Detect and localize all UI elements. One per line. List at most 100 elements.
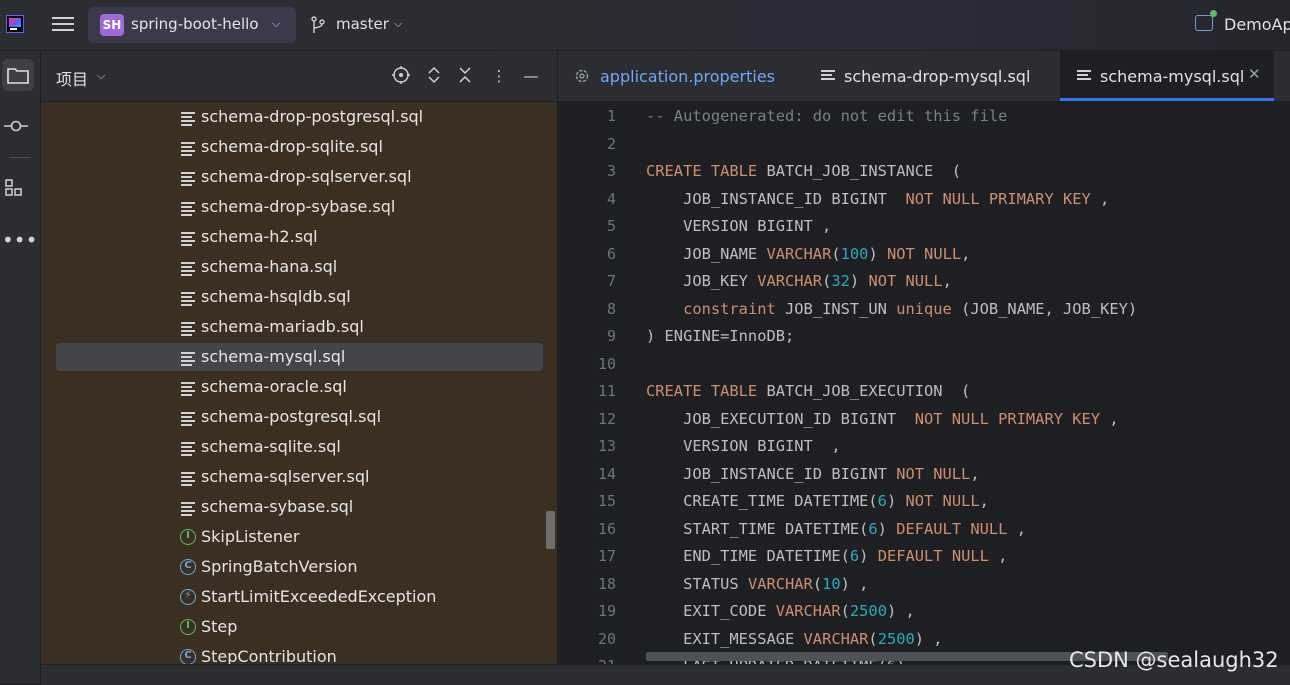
- tree-item[interactable]: I SkipListener: [56, 523, 543, 551]
- keyword-token: VARCHAR: [803, 629, 869, 648]
- chevron-down-icon: ⌵: [394, 17, 403, 30]
- close-icon[interactable]: ✕: [1248, 65, 1261, 83]
- sql-file-icon: [820, 69, 836, 83]
- code-token: ): [859, 547, 878, 565]
- code-token: ) ,: [914, 629, 943, 648]
- tree-item[interactable]: schema-sybase.sql: [56, 493, 543, 521]
- options-menu-icon[interactable]: ⋮: [488, 65, 510, 87]
- number-token: 100: [840, 244, 869, 263]
- tree-item-label: schema-sqlite.sql: [201, 437, 341, 456]
- tab-label: schema-mysql.sql: [1100, 67, 1245, 86]
- line-number: 17: [597, 547, 616, 565]
- code-token: JOB_KEY: [646, 272, 758, 290]
- tree-item[interactable]: schema-drop-sqlserver.sql: [56, 163, 543, 191]
- tree-item[interactable]: schema-h2.sql: [56, 223, 543, 251]
- chevron-down-icon[interactable]: ⌵: [97, 69, 105, 83]
- code-token: BATCH_JOB_INSTANCE (: [757, 162, 962, 180]
- tree-item[interactable]: schema-sqlite.sql: [56, 433, 543, 461]
- code-token: ,: [1100, 409, 1119, 428]
- tree-item[interactable]: C SpringBatchVersion: [56, 553, 543, 581]
- code-line: START_TIME DATETIME(6) DEFAULT NULL ,: [646, 520, 1026, 538]
- class-icon: C: [180, 559, 196, 575]
- tab-label: schema-drop-mysql.sql: [844, 67, 1031, 86]
- tree-item[interactable]: ⚡ StartLimitExceededException: [56, 583, 543, 611]
- tree-item[interactable]: schema-mariadb.sql: [56, 313, 543, 341]
- hide-panel-icon[interactable]: —: [520, 65, 542, 87]
- code-line: EXIT_MESSAGE VARCHAR(2500) ,: [646, 630, 943, 648]
- more-tools-icon[interactable]: •••: [2, 230, 37, 263]
- tree-item-label: schema-h2.sql: [201, 227, 318, 246]
- tab-schema-drop-mysql[interactable]: schema-drop-mysql.sql: [804, 51, 1058, 101]
- keyword-token: NOT NULL: [896, 464, 971, 483]
- watermark: CSDN @sealaugh32: [1069, 648, 1279, 672]
- tree-item[interactable]: schema-hana.sql: [56, 253, 543, 281]
- sql-file-icon: [180, 291, 196, 307]
- application-icon: [1195, 10, 1217, 31]
- tree-item-label: schema-mariadb.sql: [201, 317, 364, 336]
- tree-item-label: schema-sybase.sql: [201, 497, 354, 516]
- tree-item[interactable]: schema-sqlserver.sql: [56, 463, 543, 491]
- tab-application-properties[interactable]: application.properties: [558, 51, 802, 101]
- tree-item-label: schema-drop-sqlserver.sql: [201, 167, 412, 186]
- sql-file-icon: [180, 111, 196, 127]
- interface-icon: I: [180, 619, 196, 635]
- code-token: JOB_INST_UN: [775, 299, 897, 318]
- tree-item[interactable]: I Step: [56, 613, 543, 641]
- collapse-all-icon[interactable]: [454, 65, 476, 87]
- tree-item-label: schema-drop-sqlite.sql: [201, 137, 383, 156]
- tool-window-strip: •••: [0, 51, 41, 684]
- locate-file-icon[interactable]: [390, 65, 412, 87]
- code-token: END_TIME DATETIME(: [646, 547, 850, 565]
- keyword-token: unique: [896, 299, 952, 318]
- code-token: ): [868, 244, 887, 263]
- keyword-token: DEFAULT NULL: [877, 547, 989, 565]
- project-folder-icon[interactable]: [2, 59, 34, 91]
- sql-file-icon: [180, 381, 196, 397]
- code-token: ,: [1090, 189, 1110, 208]
- editor-tab-bar: application.properties schema-drop-mysql…: [558, 51, 1290, 102]
- structure-icon[interactable]: [2, 174, 34, 206]
- code-token: (: [822, 272, 832, 290]
- project-view-title[interactable]: 项目: [56, 66, 88, 90]
- line-number: 11: [597, 382, 616, 400]
- tab-schema-mysql[interactable]: schema-mysql.sql ✕: [1060, 51, 1274, 101]
- code-token: ): [886, 492, 906, 510]
- code-line: CREATE_TIME DATETIME(6) NOT NULL,: [646, 492, 989, 510]
- project-tree-scrollbar[interactable]: [546, 511, 555, 549]
- class-icon: C: [180, 649, 196, 665]
- project-panel-header: 项目 ⌵ ⋮ —: [41, 51, 557, 102]
- code-line: JOB_KEY VARCHAR(32) NOT NULL,: [646, 272, 952, 290]
- code-token: JOB_NAME: [646, 244, 767, 263]
- tree-item-label: Step: [201, 617, 238, 636]
- number-token: 6: [849, 547, 860, 565]
- tree-item-label: StartLimitExceededException: [201, 587, 437, 606]
- run-configuration-selector[interactable]: DemoAp: [1195, 10, 1290, 38]
- expand-all-icon[interactable]: [423, 65, 445, 87]
- code-token: (: [868, 629, 878, 648]
- sql-file-icon: [180, 141, 196, 157]
- tree-item[interactable]: schema-hsqldb.sql: [56, 283, 543, 311]
- line-number: 1: [606, 107, 616, 125]
- tree-item[interactable]: schema-drop-postgresql.sql: [56, 103, 543, 131]
- tree-item[interactable]: schema-drop-sqlite.sql: [56, 133, 543, 161]
- code-line: JOB_NAME VARCHAR(100) NOT NULL,: [646, 245, 970, 263]
- tree-item[interactable]: schema-mysql.sql: [56, 343, 543, 371]
- sql-file-icon: [180, 321, 196, 337]
- main-menu-icon[interactable]: [52, 14, 74, 34]
- code-editor[interactable]: 123456789101112131415161718192021 -- Aut…: [558, 101, 1290, 664]
- line-number: 15: [597, 492, 616, 510]
- tree-item-label: schema-drop-postgresql.sql: [201, 107, 424, 126]
- keyword-token: NOT NULL PRIMARY KEY: [914, 409, 1101, 428]
- sql-file-icon: [180, 411, 196, 427]
- tree-item[interactable]: schema-oracle.sql: [56, 373, 543, 401]
- code-line: -- Autogenerated: do not edit this file: [646, 107, 1007, 125]
- project-name: spring-boot-hello: [131, 15, 259, 33]
- number-token: 10: [822, 574, 841, 593]
- intellij-logo-icon[interactable]: [6, 15, 24, 33]
- code-token: JOB_INSTANCE_ID BIGINT: [646, 464, 897, 483]
- commit-icon[interactable]: [2, 112, 34, 144]
- tree-item[interactable]: schema-postgresql.sql: [56, 403, 543, 431]
- code-token: VERSION BIGINT ,: [646, 437, 841, 455]
- tree-item[interactable]: schema-drop-sybase.sql: [56, 193, 543, 221]
- project-selector[interactable]: SH spring-boot-hello ⌵: [88, 7, 296, 43]
